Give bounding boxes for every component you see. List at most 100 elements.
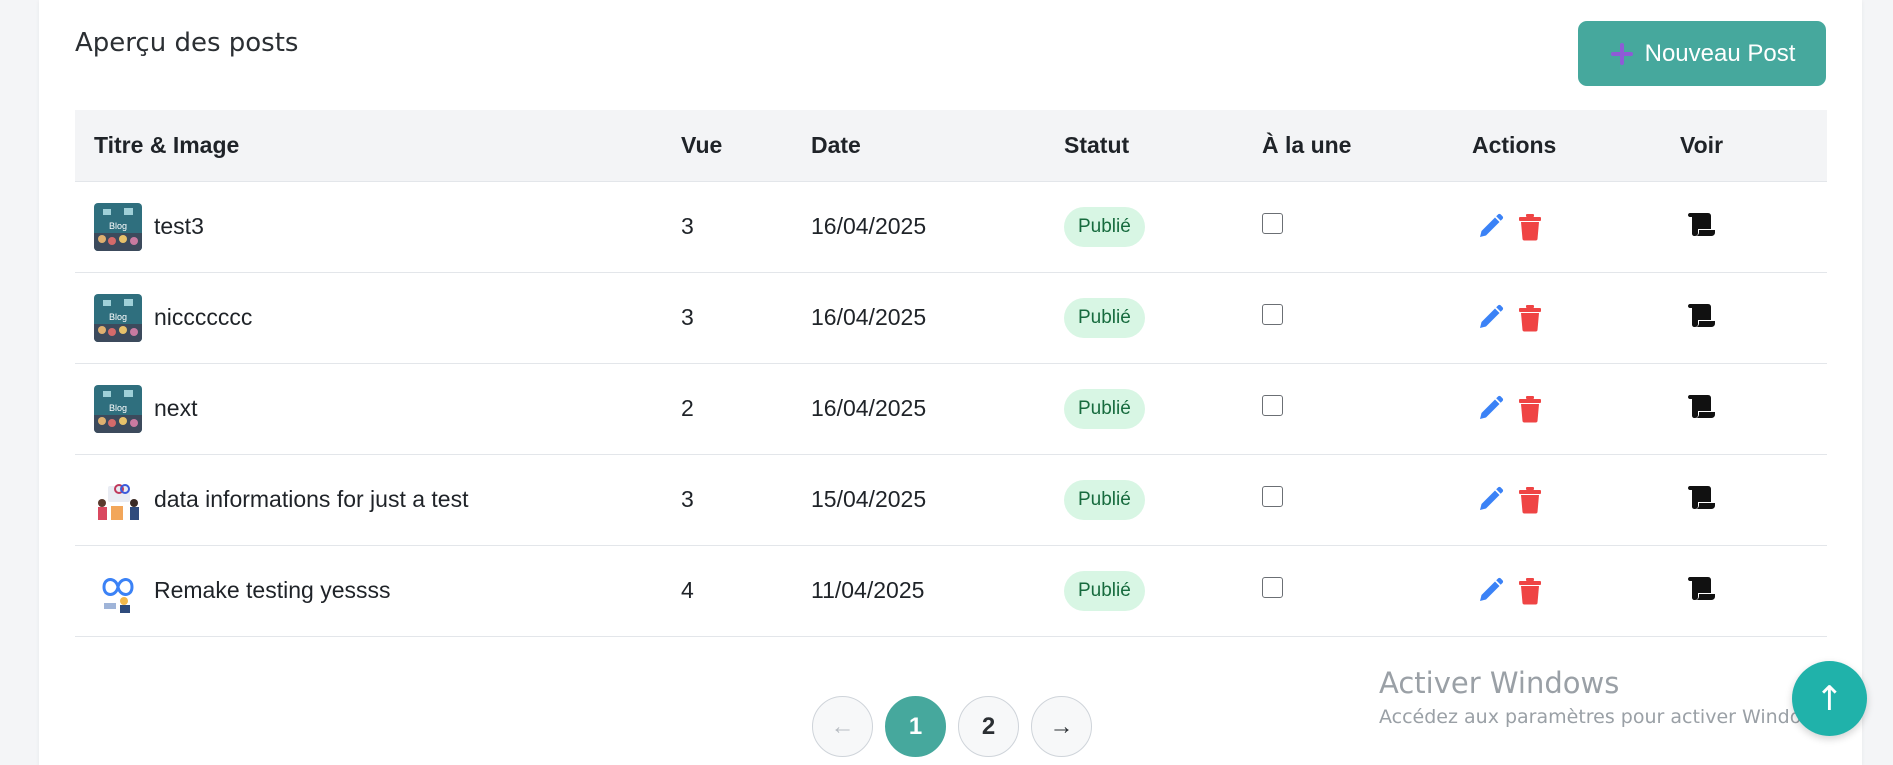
view-cell [1680,272,1827,364]
view-cell [1680,454,1827,546]
new-post-button[interactable]: Nouveau Post [1578,21,1826,86]
column-header-title: Titre & Image [75,110,681,182]
views-cell: 3 [681,454,811,546]
featured-checkbox[interactable] [1262,395,1283,416]
title-cell: Remake testing yessss [75,545,681,637]
post-title[interactable]: Remake testing yessss [154,577,390,604]
featured-checkbox[interactable] [1262,213,1283,234]
svg-text:Blog: Blog [109,221,127,231]
view-cell [1680,181,1827,273]
actions-group [1472,486,1680,514]
featured-checkbox[interactable] [1262,486,1283,507]
date-cell: 15/04/2025 [811,454,1064,546]
page-button-1[interactable]: 1 [885,696,946,757]
scroll-view-icon[interactable] [1687,302,1717,328]
edit-icon[interactable] [1476,395,1504,423]
trash-icon[interactable] [1518,213,1542,241]
column-header-date: Date [811,110,1064,182]
scroll-to-top-button[interactable]: ↑ [1792,661,1867,736]
status-badge: Publié [1064,388,1145,429]
actions-cell [1472,454,1680,546]
trash-icon[interactable] [1518,486,1542,514]
status-cell: Publié [1064,181,1262,273]
status-badge: Publié [1064,479,1145,520]
actions-group [1472,304,1680,332]
table-header-row: Titre & Image Vue Date Statut À la une A… [75,110,1827,182]
title-image-wrapper: Blog next [94,384,681,433]
post-thumbnail [94,566,142,615]
scroll-view-icon[interactable] [1687,484,1717,510]
post-title[interactable]: niccccccc [154,304,252,331]
prev-page-button[interactable]: ← [812,696,873,757]
date-cell: 16/04/2025 [811,181,1064,273]
views-cell: 3 [681,272,811,364]
trash-icon[interactable] [1518,577,1542,605]
table-row: Blog niccccccc 3 16/04/2025 Publié [75,272,1827,364]
page-title: Aperçu des posts [75,28,299,58]
table-body: Blog test3 3 16/04/2025 Publié Blog nicc… [75,181,1827,637]
edit-icon[interactable] [1476,213,1504,241]
title-cell: Blog next [75,363,681,455]
actions-cell [1472,363,1680,455]
new-post-label: Nouveau Post [1644,39,1796,67]
actions-group [1472,577,1680,605]
featured-checkbox[interactable] [1262,577,1283,598]
title-image-wrapper: Remake testing yessss [94,566,681,615]
status-badge: Publié [1064,570,1145,611]
svg-text:Blog: Blog [109,312,127,322]
post-thumbnail: Blog [94,384,142,433]
edit-icon[interactable] [1476,486,1504,514]
views-cell: 4 [681,545,811,637]
date-cell: 16/04/2025 [811,363,1064,455]
plus-icon [1610,42,1633,65]
pagination: ← 1 2 → [812,696,1092,757]
featured-cell [1262,363,1472,455]
view-cell [1680,545,1827,637]
post-title[interactable]: next [154,395,197,422]
title-image-wrapper: Blog test3 [94,202,681,251]
scroll-view-icon[interactable] [1687,575,1717,601]
status-cell: Publié [1064,272,1262,364]
status-cell: Publié [1064,545,1262,637]
title-cell: Blog niccccccc [75,272,681,364]
post-title[interactable]: test3 [154,213,204,240]
table-row: Blog next 2 16/04/2025 Publié [75,363,1827,455]
status-cell: Publié [1064,363,1262,455]
next-page-button[interactable]: → [1031,696,1092,757]
edit-icon[interactable] [1476,577,1504,605]
column-header-view: Voir [1680,110,1827,182]
post-title[interactable]: data informations for just a test [154,486,469,513]
title-image-wrapper: data informations for just a test [94,475,681,524]
actions-group [1472,213,1680,241]
featured-cell [1262,272,1472,364]
column-header-featured: À la une [1262,110,1472,182]
watermark-title: Activer Windows [1379,666,1620,700]
page-button-2[interactable]: 2 [958,696,1019,757]
status-badge: Publié [1064,206,1145,247]
post-thumbnail: Blog [94,293,142,342]
featured-checkbox[interactable] [1262,304,1283,325]
scroll-view-icon[interactable] [1687,393,1717,419]
views-cell: 2 [681,363,811,455]
posts-card: Aperçu des posts Nouveau Post Titre & Im… [39,0,1862,765]
views-cell: 3 [681,181,811,273]
column-header-views: Vue [681,110,811,182]
scroll-view-icon[interactable] [1687,211,1717,237]
edit-icon[interactable] [1476,304,1504,332]
date-cell: 11/04/2025 [811,545,1064,637]
status-cell: Publié [1064,454,1262,546]
title-cell: Blog test3 [75,181,681,273]
title-image-wrapper: Blog niccccccc [94,293,681,342]
column-header-status: Statut [1064,110,1262,182]
table-row: Remake testing yessss 4 11/04/2025 Publi… [75,545,1827,637]
trash-icon[interactable] [1518,304,1542,332]
posts-table: Titre & Image Vue Date Statut À la une A… [75,110,1827,637]
windows-activation-watermark: Activer Windows Accédez aux paramètres p… [1379,666,1833,728]
featured-cell [1262,181,1472,273]
table-row: data informations for just a test 3 15/0… [75,454,1827,546]
actions-cell [1472,272,1680,364]
view-cell [1680,363,1827,455]
title-cell: data informations for just a test [75,454,681,546]
post-thumbnail [94,475,142,524]
trash-icon[interactable] [1518,395,1542,423]
